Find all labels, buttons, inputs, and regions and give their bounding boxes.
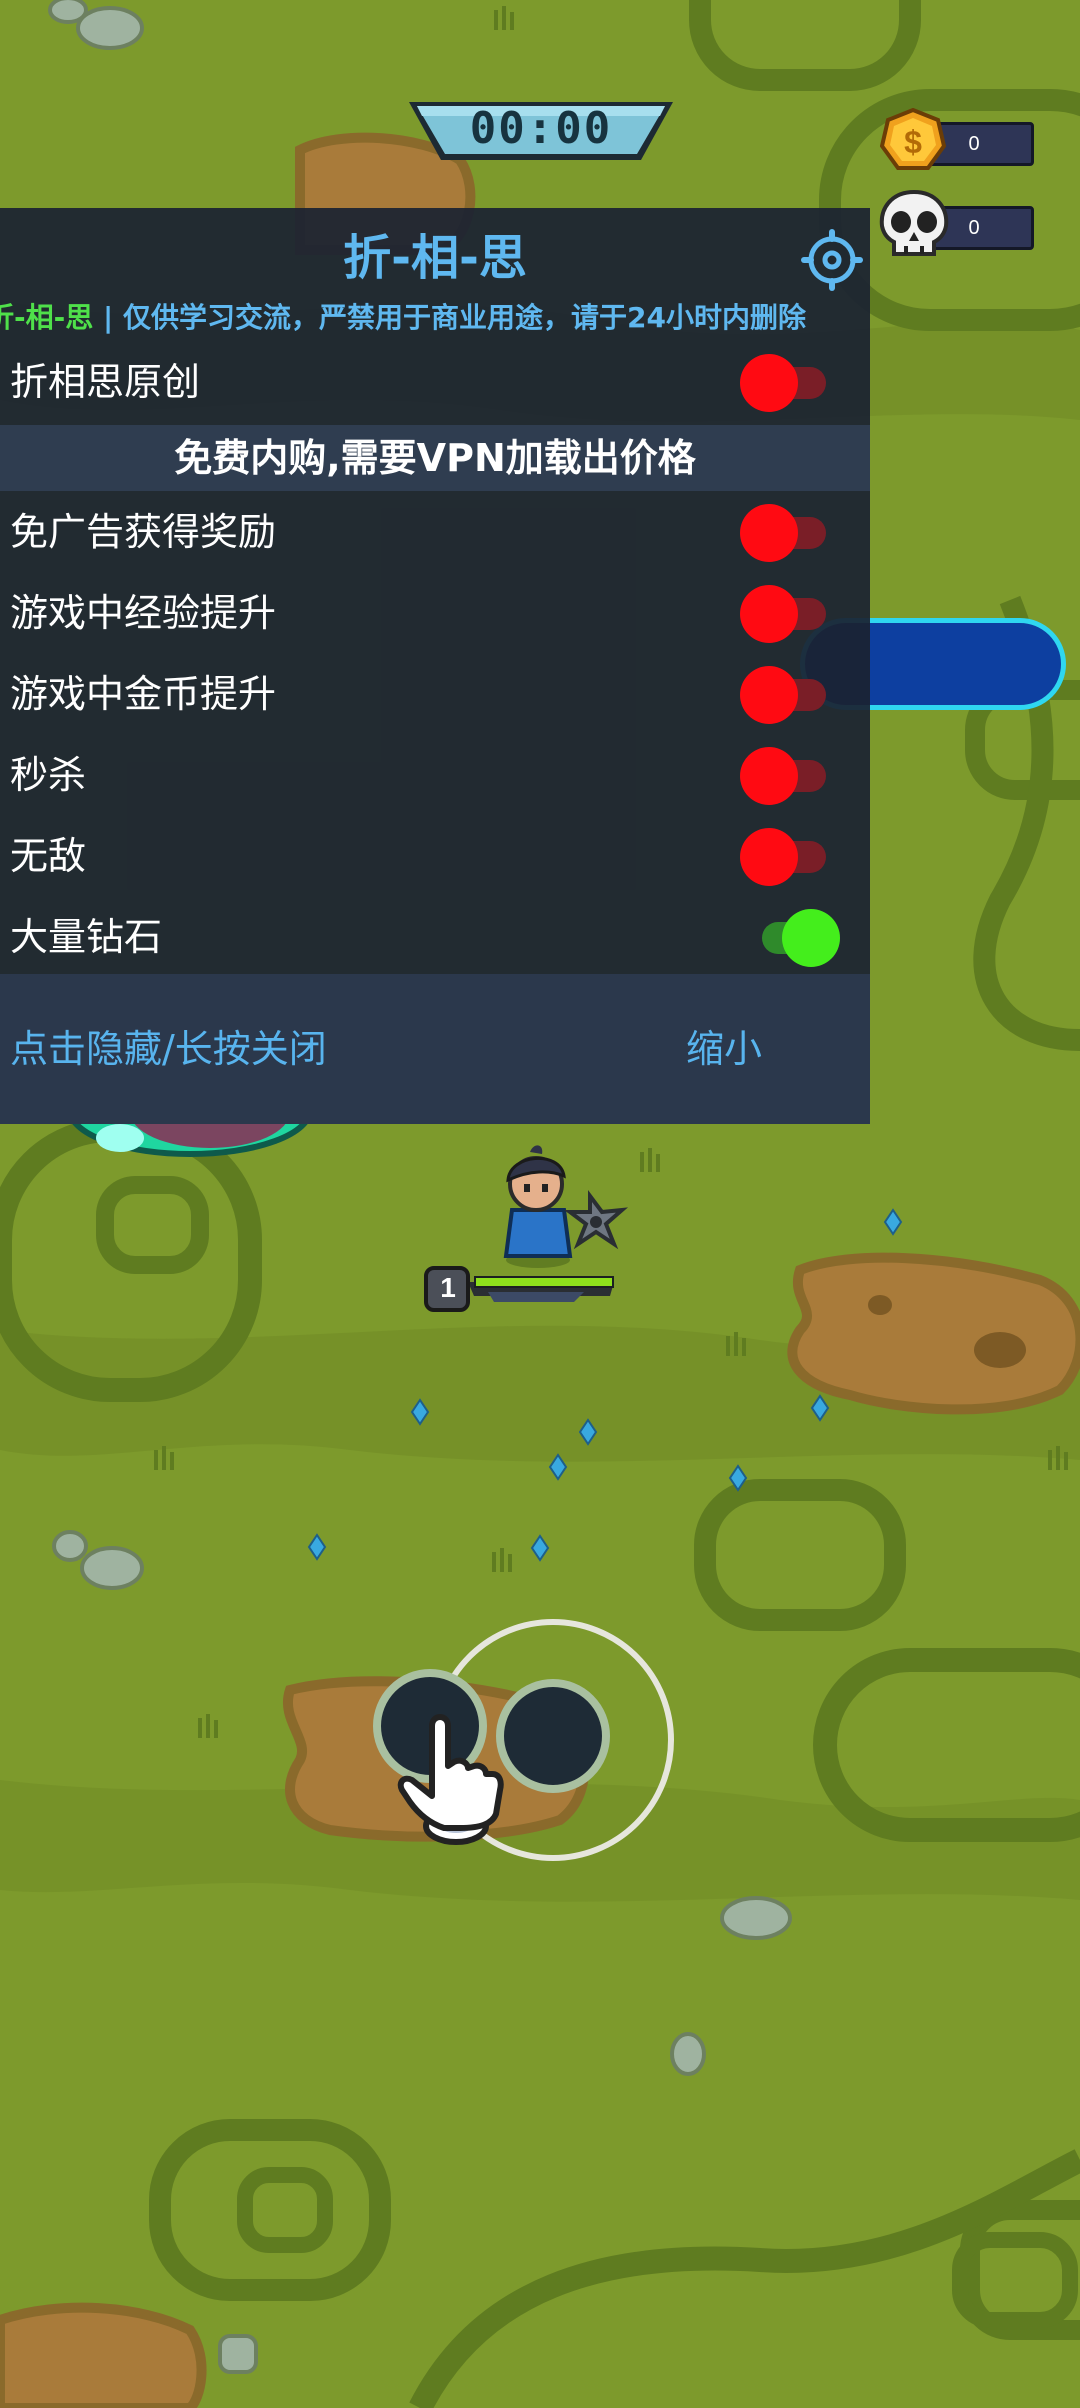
menu-row-one-hit-kill[interactable]: 秒杀 <box>0 735 870 816</box>
game-timer: 00:00 <box>405 98 677 164</box>
toggle-diamonds[interactable] <box>740 909 840 967</box>
section-header: 免费内购,需要VPN加载出价格 <box>0 425 870 491</box>
toggle-one-hit-kill[interactable] <box>740 747 840 805</box>
menu-row-invincible[interactable]: 无敌 <box>0 816 870 897</box>
section-title: 免费内购,需要VPN加载出价格 <box>174 436 696 480</box>
minimize-button[interactable]: 缩小 <box>686 1014 762 1084</box>
player-character <box>490 1140 630 1270</box>
menu-row-label: 大量钻石 <box>10 915 163 959</box>
menu-row-label: 无敌 <box>10 834 87 878</box>
pointing-hand-icon <box>397 1714 504 1845</box>
skull-icon <box>879 189 949 256</box>
cheat-menu: 折-相-思 折-相-思 | 仅供学习交流，严禁用于商业用途，请于24小时内删除 … <box>0 208 870 1124</box>
toggle-invincible[interactable] <box>740 828 840 886</box>
kill-counter: 0 <box>879 189 1070 256</box>
menu-row-diamonds[interactable]: 大量钻石 <box>0 897 870 978</box>
marquee-brand: 折-相-思 <box>0 301 94 334</box>
toggle-no-ads[interactable] <box>740 504 840 562</box>
menu-row-label: 折相思原创 <box>10 360 201 404</box>
menu-row-no-ads[interactable]: 免广告获得奖励 <box>0 492 870 573</box>
settings-button[interactable] <box>800 228 864 292</box>
toggle-original[interactable] <box>740 354 840 412</box>
menu-row-original[interactable]: 折相思原创 <box>0 342 870 423</box>
menu-row-label: 游戏中金币提升 <box>10 672 277 716</box>
menu-row-exp-boost[interactable]: 游戏中经验提升 <box>0 573 870 654</box>
menu-row-label: 游戏中经验提升 <box>10 591 277 635</box>
hide-close-button[interactable]: 点击隐藏/长按关闭 <box>10 1014 327 1084</box>
gear-icon <box>801 229 863 291</box>
menu-title: 折-相-思 <box>343 230 527 286</box>
level-number: 1 <box>440 1272 456 1303</box>
level-badge: 1 <box>424 1266 618 1312</box>
disclaimer-marquee: 折-相-思 | 仅供学习交流，严禁用于商业用途，请于24小时内删除 <box>0 296 870 340</box>
marquee-text: | 仅供学习交流，严禁用于商业用途，请于24小时内删除 <box>93 301 806 334</box>
menu-row-label: 免广告获得奖励 <box>10 510 277 554</box>
menu-footer: 点击隐藏/长按关闭 缩小 <box>0 974 870 1124</box>
virtual-joystick[interactable] <box>360 1610 690 1870</box>
coin-counter: 0 $ <box>880 108 1060 170</box>
timer-text: 00:00 <box>469 102 613 154</box>
menu-row-label: 秒杀 <box>10 753 87 797</box>
toggle-gold-boost[interactable] <box>740 666 840 724</box>
menu-header: 折-相-思 折-相-思 | 仅供学习交流，严禁用于商业用途，请于24小时内删除 <box>0 208 870 340</box>
toggle-exp-boost[interactable] <box>740 585 840 643</box>
menu-row-gold-boost[interactable]: 游戏中金币提升 <box>0 654 870 735</box>
svg-text:$: $ <box>904 124 922 160</box>
coin-icon: $ <box>880 108 946 170</box>
